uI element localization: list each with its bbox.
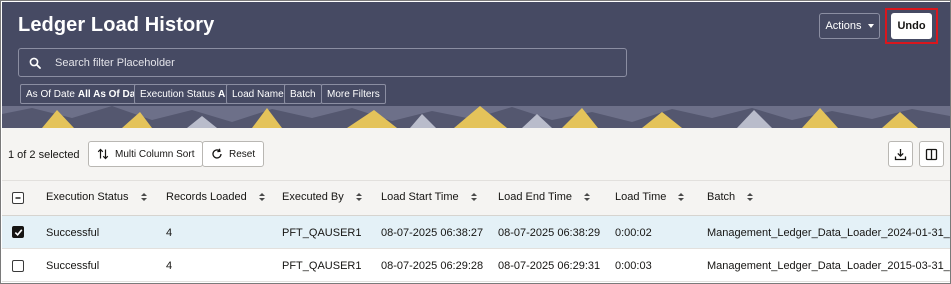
cell-load-time: 0:00:02 (615, 227, 652, 239)
cell-load-start-time: 08-07-2025 06:38:27 (381, 227, 484, 239)
cell-execution-status: Successful (46, 227, 100, 239)
cell-batch: Management_Ledger_Data_Loader_2015-03-31… (707, 260, 951, 272)
reset-button[interactable]: Reset (202, 141, 265, 167)
cell-records-loaded: 4 (166, 260, 173, 272)
minus-icon (15, 197, 21, 199)
sort-icon (97, 148, 109, 160)
cell-executed-by: PFT_QAUSER1 (282, 227, 362, 239)
download-button[interactable] (888, 141, 913, 167)
sort-icon (355, 193, 362, 201)
column-header-records-loaded[interactable]: Records Loaded (166, 191, 265, 203)
search-bar[interactable] (18, 48, 627, 77)
column-header-load-start-time[interactable]: Load Start Time (381, 191, 477, 203)
columns-icon (925, 148, 938, 160)
search-icon (29, 57, 41, 69)
sort-icon (140, 193, 147, 201)
cell-load-end-time: 08-07-2025 06:38:29 (498, 227, 601, 239)
sort-icon (258, 193, 265, 201)
reset-icon (212, 148, 222, 159)
page-title: Ledger Load History (18, 14, 215, 36)
columns-button[interactable] (919, 141, 944, 167)
row-checkbox[interactable] (12, 260, 24, 272)
cell-executed-by: PFT_QAUSER1 (282, 260, 362, 272)
checkmark-icon (14, 228, 22, 236)
column-header-load-time[interactable]: Load Time (615, 191, 685, 203)
sort-icon (747, 193, 754, 201)
column-header-load-end-time[interactable]: Load End Time (498, 191, 590, 203)
app-window: Ledger Load History Actions Undo As Of D… (0, 0, 951, 284)
undo-button[interactable]: Undo (891, 13, 932, 39)
cell-records-loaded: 4 (166, 227, 173, 239)
column-header-batch[interactable]: Batch (707, 191, 754, 203)
filter-chip-execution-status[interactable]: Execution Status All (134, 84, 237, 104)
cell-batch: Management_Ledger_Data_Loader_2024-01-31… (707, 227, 951, 239)
filter-chip-load-name[interactable]: Load Name (226, 84, 290, 104)
cell-load-start-time: 08-07-2025 06:29:28 (381, 260, 484, 272)
search-input[interactable] (55, 56, 595, 69)
download-icon (894, 148, 907, 160)
multi-column-sort-button[interactable]: Multi Column Sort (88, 141, 204, 167)
filter-chip-more-filters[interactable]: More Filters (321, 84, 386, 104)
column-header-execution-status[interactable]: Execution Status (46, 191, 147, 203)
cell-execution-status: Successful (46, 260, 100, 272)
row-checkbox[interactable] (12, 226, 24, 238)
filter-chip-batch[interactable]: Batch (284, 84, 322, 104)
actions-menu-button[interactable]: Actions (819, 13, 880, 39)
sort-icon (470, 193, 477, 201)
sort-icon (678, 193, 685, 201)
column-header-executed-by[interactable]: Executed By (282, 191, 362, 203)
selection-count: 1 of 2 selected (8, 149, 80, 161)
actions-label: Actions (825, 20, 862, 32)
header-decoration (2, 106, 950, 128)
cell-load-end-time: 08-07-2025 06:29:31 (498, 260, 601, 272)
select-all-checkbox[interactable] (12, 192, 24, 204)
caret-down-icon (867, 24, 874, 28)
cell-load-time: 0:00:03 (615, 260, 652, 272)
sort-icon (584, 193, 590, 201)
